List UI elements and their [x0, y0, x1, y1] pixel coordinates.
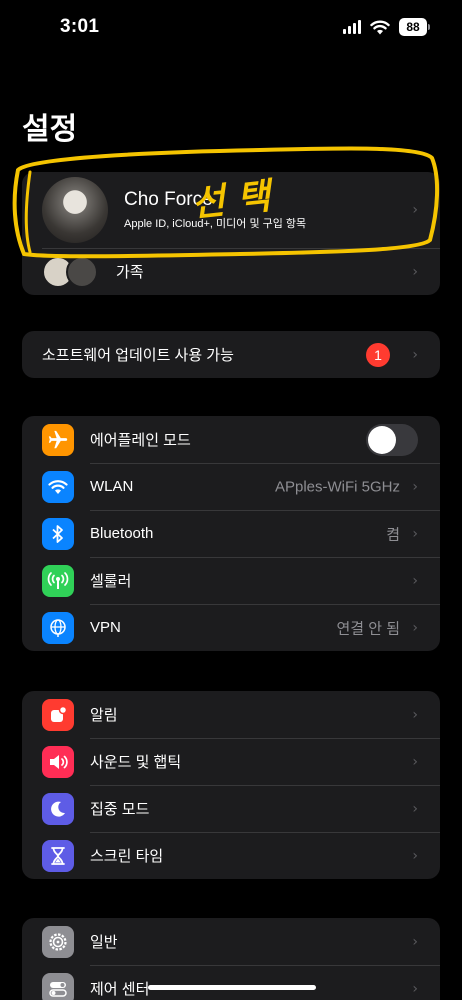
cellular-label: 셀룰러: [90, 573, 132, 590]
focus-row[interactable]: 집중 모드 ›: [22, 785, 440, 832]
chevron-right-icon: ›: [412, 572, 418, 589]
software-update-label: 소프트웨어 업데이트 사용 가능: [42, 347, 234, 364]
apple-id-row[interactable]: Cho Force Apple ID, iCloud+, 미디어 및 구입 항목…: [22, 172, 440, 248]
notifications-label: 알림: [90, 707, 118, 724]
update-badge: 1: [366, 342, 390, 367]
chevron-right-icon: ›: [412, 263, 418, 280]
chevron-right-icon: ›: [412, 933, 418, 950]
bluetooth-label: Bluetooth: [90, 525, 154, 542]
vpn-row[interactable]: VPN 연결 안 됨 ›: [22, 604, 440, 651]
chevron-right-icon: ›: [412, 202, 418, 218]
notifications-group: 알림 › 사운드 및 햅틱 › 집중 모드 › 스크린 타임 ›: [22, 691, 440, 879]
speaker-icon: [42, 745, 74, 778]
vpn-value: 연결 안 됨: [336, 620, 400, 637]
sounds-haptics-row[interactable]: 사운드 및 햅틱 ›: [22, 738, 440, 785]
notification-bell-icon: [42, 698, 74, 731]
wlan-value: APples-WiFi 5GHz: [274, 478, 400, 495]
moon-icon: [42, 792, 74, 825]
control-center-row[interactable]: 제어 센터 ›: [22, 965, 440, 1000]
bluetooth-value: 켬: [386, 526, 400, 543]
general-row[interactable]: 일반 ›: [22, 918, 440, 965]
gear-icon: [42, 925, 74, 958]
chevron-right-icon: ›: [412, 847, 418, 864]
cellular-icon: [42, 564, 74, 597]
status-icons: 88: [343, 18, 430, 36]
general-label: 일반: [90, 934, 118, 951]
signal-icon: [343, 20, 361, 34]
chevron-right-icon: ›: [412, 800, 418, 817]
profile-subtitle: Apple ID, iCloud+, 미디어 및 구입 항목: [124, 218, 307, 230]
bluetooth-icon: [42, 517, 74, 550]
vpn-globe-icon: [42, 611, 74, 644]
bluetooth-row[interactable]: Bluetooth 켬 ›: [22, 510, 440, 557]
chevron-right-icon: ›: [412, 346, 418, 363]
status-bar: 3:01 88: [0, 0, 462, 56]
profile-name: Cho Force: [124, 189, 213, 210]
status-time: 3:01: [60, 16, 100, 37]
family-label: 가족: [116, 264, 144, 281]
airplane-mode-label: 에어플레인 모드: [90, 432, 191, 449]
chevron-right-icon: ›: [412, 619, 418, 636]
wifi-icon: [370, 20, 390, 34]
software-update-row[interactable]: 소프트웨어 업데이트 사용 가능 1 ›: [22, 331, 440, 378]
home-indicator: [148, 985, 316, 990]
wlan-label: WLAN: [90, 478, 134, 495]
hourglass-icon: [42, 839, 74, 872]
chevron-right-icon: ›: [412, 753, 418, 770]
airplane-mode-row[interactable]: 에어플레인 모드: [22, 416, 440, 463]
screen-time-label: 스크린 타임: [90, 848, 164, 865]
avatar: [42, 177, 108, 243]
airplane-icon: [42, 423, 74, 456]
family-row[interactable]: 가족 ›: [22, 248, 440, 295]
battery-icon: 88: [399, 18, 430, 36]
software-update-group: 소프트웨어 업데이트 사용 가능 1 ›: [22, 331, 440, 378]
wlan-row[interactable]: WLAN APples-WiFi 5GHz ›: [22, 463, 440, 510]
chevron-right-icon: ›: [412, 478, 418, 495]
control-center-label: 제어 센터: [90, 981, 150, 998]
sounds-haptics-label: 사운드 및 햅틱: [90, 754, 182, 771]
focus-label: 집중 모드: [90, 801, 150, 818]
vpn-label: VPN: [90, 619, 121, 636]
profile-group: Cho Force Apple ID, iCloud+, 미디어 및 구입 항목…: [22, 172, 440, 295]
toggles-icon: [42, 972, 74, 1000]
wifi-icon: [42, 470, 74, 503]
connectivity-group: 에어플레인 모드 WLAN APples-WiFi 5GHz › Bluetoo…: [22, 416, 440, 651]
battery-level: 88: [399, 18, 427, 36]
chevron-right-icon: ›: [412, 980, 418, 997]
screen-time-row[interactable]: 스크린 타임 ›: [22, 832, 440, 879]
chevron-right-icon: ›: [412, 525, 418, 542]
cellular-row[interactable]: 셀룰러 ›: [22, 557, 440, 604]
notifications-row[interactable]: 알림 ›: [22, 691, 440, 738]
page-title: 설정: [22, 113, 78, 146]
chevron-right-icon: ›: [412, 706, 418, 723]
family-avatars: [42, 255, 98, 288]
airplane-mode-toggle[interactable]: [366, 423, 418, 456]
